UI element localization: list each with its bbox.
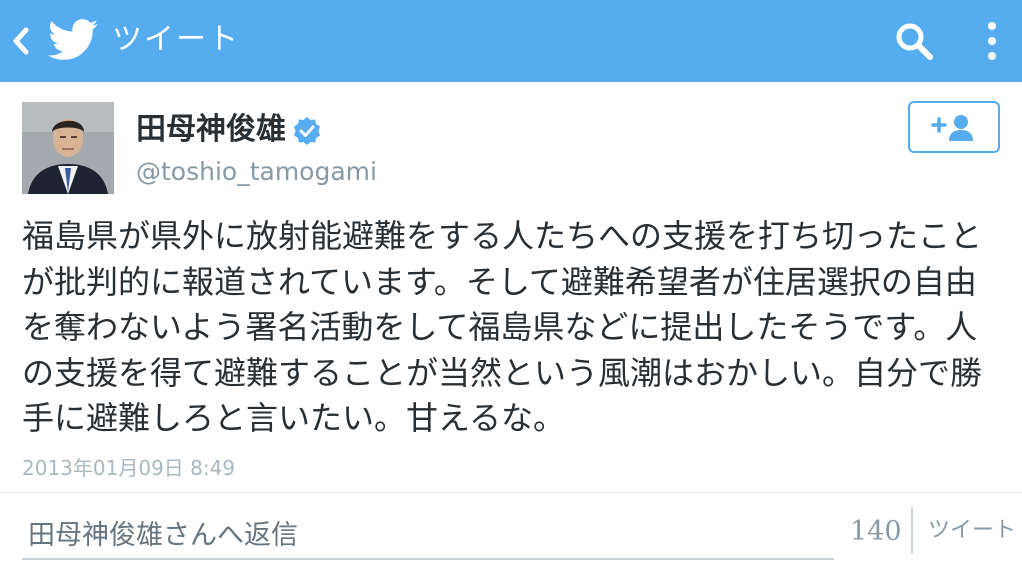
chevron-left-icon[interactable] [8, 24, 34, 58]
add-user-icon [931, 115, 973, 141]
search-icon[interactable] [892, 19, 938, 65]
character-count: 140 [850, 516, 902, 547]
reply-separator [911, 508, 913, 554]
tweet-text: 福島県が県外に放射能避難をする人たちへの支援を打ち切ったことが批判的に報道されて… [22, 217, 983, 437]
author-name[interactable]: 田母神俊雄 [136, 110, 286, 150]
divider [0, 492, 1022, 493]
follow-button[interactable] [908, 101, 1000, 153]
tweet-timestamp: 2013年01月09日 8:49 [22, 456, 236, 480]
reply-tweet-button[interactable]: ツイート [928, 514, 1016, 548]
reply-input[interactable]: 田母神俊雄さんへ返信 [22, 512, 834, 560]
reply-placeholder[interactable]: 田母神俊雄さんへ返信 [28, 518, 298, 554]
top-app-bar: ツイート [0, 0, 1022, 82]
avatar[interactable] [22, 102, 114, 194]
more-vertical-icon[interactable] [978, 18, 1006, 64]
verified-badge-icon [294, 117, 320, 145]
page-title: ツイート [112, 22, 240, 57]
twitter-bird-icon [48, 19, 98, 60]
avatar-photo [22, 102, 114, 194]
author-handle[interactable]: @toshio_tamogami [136, 154, 377, 190]
